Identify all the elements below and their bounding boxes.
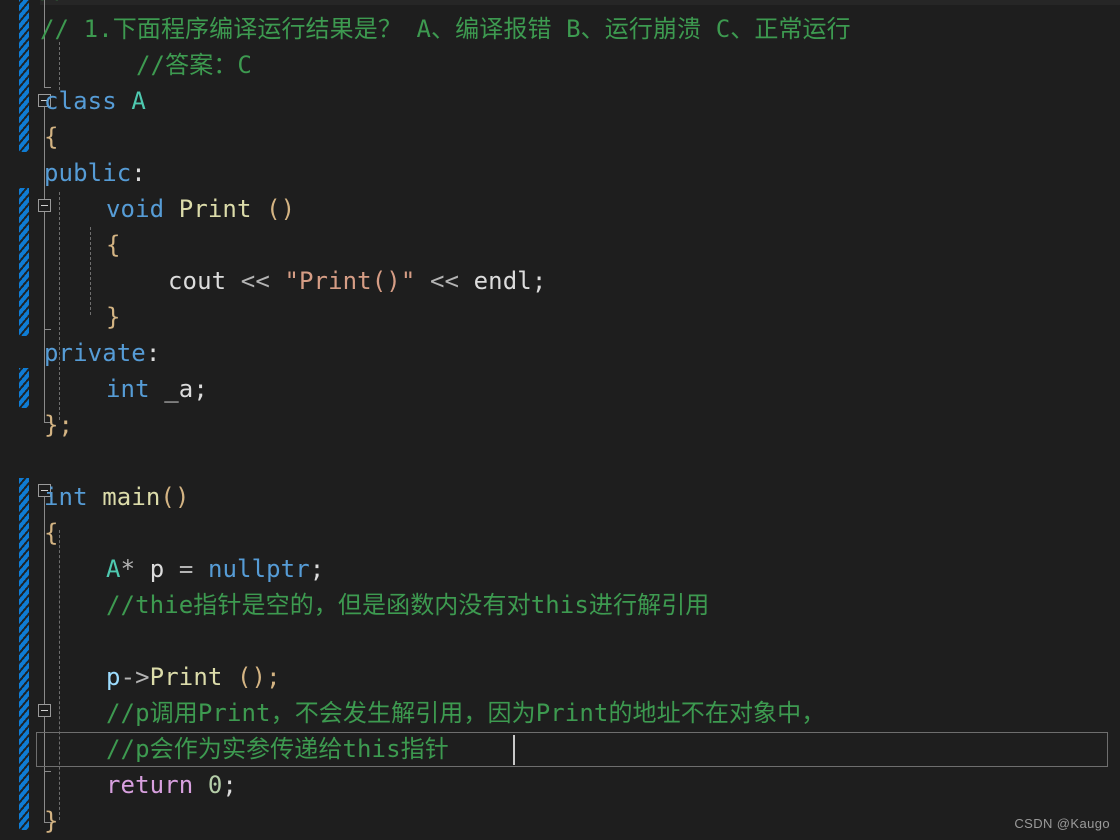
code-editor-surface[interactable]: // // 1.下面程序编译运行结果是？ A、编译报错 B、运行崩溃 C、正常运…: [0, 0, 1120, 840]
comment-no-deref: //p调用Print，不会发生解引用，因为Print的地址不在对象中，: [106, 699, 826, 727]
type-name-a: A: [106, 555, 121, 583]
comment-this-null: //thie指针是空的，但是函数内没有对this进行解引用: [106, 591, 710, 619]
code-line-21[interactable]: //p会作为实参传递给this指针: [0, 732, 1120, 767]
code-line-13[interactable]: [0, 444, 1120, 479]
keyword-class: class: [44, 87, 117, 115]
variable-p: p: [149, 555, 165, 583]
code-line-6[interactable]: void Print (): [0, 192, 1120, 227]
cout-identifier: cout: [168, 267, 227, 295]
open-brace-print: {: [106, 231, 121, 259]
code-line-15[interactable]: {: [0, 516, 1120, 551]
code-line-12[interactable]: };: [0, 408, 1120, 443]
keyword-public: public: [44, 159, 132, 187]
open-brace-main: {: [44, 519, 59, 547]
code-line-4[interactable]: {: [0, 120, 1120, 155]
code-line-14[interactable]: int main(): [0, 480, 1120, 515]
close-brace-class: };: [44, 411, 74, 439]
close-brace-main: }: [44, 807, 59, 835]
code-line-20[interactable]: //p调用Print，不会发生解引用，因为Print的地址不在对象中，: [0, 696, 1120, 731]
access-specifier-private: private:: [44, 336, 160, 371]
pointer-declaration: A* p = nullptr;: [106, 552, 324, 587]
shift-operator-2: <<: [429, 267, 460, 295]
code-text-layer[interactable]: // // 1.下面程序编译运行结果是？ A、编译报错 B、运行崩溃 C、正常运…: [0, 0, 1120, 840]
function-name-print: Print: [149, 663, 223, 691]
code-line-3[interactable]: class A: [0, 84, 1120, 119]
comment-token: //: [40, 0, 69, 8]
code-line-22[interactable]: return 0;: [0, 768, 1120, 803]
code-line-9[interactable]: }: [0, 300, 1120, 335]
assign-operator: =: [178, 555, 194, 583]
arrow-operator: ->: [120, 663, 150, 691]
code-line-18[interactable]: [0, 624, 1120, 659]
semicolon: ;: [222, 771, 237, 799]
semicolon: ;: [309, 555, 325, 583]
star-operator: *: [120, 555, 136, 583]
keyword-int: int: [44, 483, 88, 511]
open-brace-class: {: [44, 123, 59, 151]
code-line-19[interactable]: p->Print ();: [0, 660, 1120, 695]
code-line-17[interactable]: //thie指针是空的，但是函数内没有对this进行解引用: [0, 588, 1120, 623]
code-line-8[interactable]: cout << "Print()" << endl;: [0, 264, 1120, 299]
type-name-a: A: [131, 87, 146, 115]
class-declaration: class A: [44, 84, 146, 119]
function-name-print: Print: [178, 195, 252, 223]
csdn-watermark: CSDN @Kaugo: [1014, 816, 1110, 831]
keyword-void: void: [106, 195, 165, 223]
code-line-1[interactable]: // 1.下面程序编译运行结果是？ A、编译报错 B、运行崩溃 C、正常运行: [0, 12, 1120, 47]
code-line-10[interactable]: private:: [0, 336, 1120, 371]
colon: :: [145, 339, 161, 367]
keyword-private: private: [44, 339, 146, 367]
close-brace-print: }: [106, 303, 121, 331]
comment-question-token: // 1.下面程序编译运行结果是？ A、编译报错 B、运行崩溃 C、正常运行: [40, 15, 851, 43]
colon: :: [131, 159, 146, 187]
parens: (): [266, 195, 296, 223]
number-zero: 0: [207, 771, 223, 799]
print-call-statement: p->Print ();: [106, 660, 281, 695]
comment-this-param: //p会作为实参传递给this指针: [106, 735, 449, 763]
endl-identifier: endl: [473, 267, 532, 295]
method-declaration-print: void Print (): [106, 192, 295, 227]
code-line-23[interactable]: }: [0, 804, 1120, 839]
parens: (): [160, 483, 190, 511]
code-line-2[interactable]: //答案：C: [0, 48, 1120, 83]
comment-answer-token: //答案：C: [136, 51, 252, 79]
member-name-underscore-a: _a;: [164, 375, 208, 403]
function-name-main: main: [102, 483, 161, 511]
return-statement: return 0;: [106, 768, 237, 803]
string-literal-print: "Print()": [284, 267, 416, 295]
member-declaration-a: int _a;: [106, 372, 208, 407]
keyword-nullptr: nullptr: [207, 555, 310, 583]
variable-p: p: [106, 663, 121, 691]
code-line-5[interactable]: public:: [0, 156, 1120, 191]
shift-operator-1: <<: [240, 267, 270, 295]
code-line-11[interactable]: int _a;: [0, 372, 1120, 407]
text-caret: [513, 735, 515, 765]
call-parens: ();: [236, 663, 281, 691]
main-function-declaration: int main(): [44, 480, 190, 515]
code-line-16[interactable]: A* p = nullptr;: [0, 552, 1120, 587]
code-line-7[interactable]: {: [0, 228, 1120, 263]
semicolon: ;: [531, 267, 547, 295]
access-specifier-public: public:: [44, 156, 146, 191]
code-line-0[interactable]: //: [0, 0, 1120, 8]
keyword-int: int: [106, 375, 150, 403]
keyword-return: return: [106, 771, 194, 799]
cout-statement: cout << "Print()" << endl;: [168, 264, 546, 299]
